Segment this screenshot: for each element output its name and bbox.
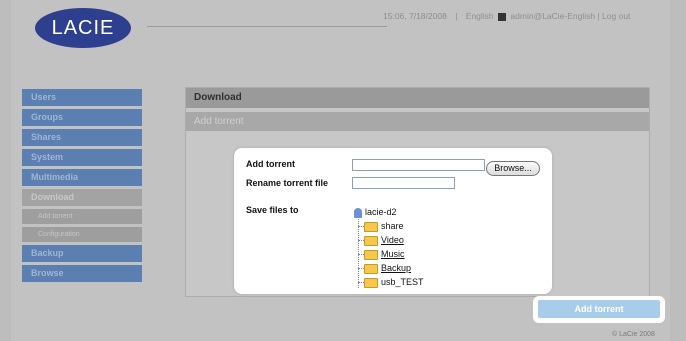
sidebar: Users Groups Shares System Multimedia Do… bbox=[22, 89, 142, 285]
sidebar-item-multimedia[interactable]: Multimedia bbox=[22, 169, 142, 186]
sidebar-item-download[interactable]: Download bbox=[22, 189, 142, 206]
folder-icon bbox=[364, 249, 378, 260]
copyright: © LaCie 2008 bbox=[612, 331, 655, 338]
top-info: 15:06, 7/18/2008 | English admin@LaCie-E… bbox=[383, 11, 630, 21]
folder-icon bbox=[364, 277, 378, 288]
sidebar-item-backup[interactable]: Backup bbox=[22, 245, 142, 262]
sidebar-item-groups[interactable]: Groups bbox=[22, 109, 142, 126]
sidebar-item-system[interactable]: System bbox=[22, 149, 142, 166]
sidebar-subitem-configuration[interactable]: Configuration bbox=[22, 227, 142, 242]
tree-folder-video[interactable]: Video bbox=[364, 233, 404, 247]
header: LACIE 15:06, 7/18/2008 | English admin@L… bbox=[11, 0, 670, 58]
add-torrent-button-highlight: Add torrent bbox=[533, 296, 665, 323]
add-torrent-dialog: Add torrent Browse... Rename torrent fil… bbox=[234, 148, 552, 294]
folder-icon bbox=[364, 235, 378, 246]
tree-line bbox=[358, 217, 359, 288]
sidebar-item-users[interactable]: Users bbox=[22, 89, 142, 106]
rename-torrent-label: Rename torrent file bbox=[246, 178, 329, 188]
tree-folder-share[interactable]: share bbox=[364, 219, 404, 233]
folder-label[interactable]: Music bbox=[381, 249, 405, 259]
separator: | bbox=[455, 11, 458, 21]
folder-icon bbox=[364, 263, 378, 274]
lacie-logo[interactable]: LACIE bbox=[35, 8, 131, 48]
tree-folder-usb-test[interactable]: usb_TEST bbox=[364, 275, 424, 289]
tree-folder-music[interactable]: Music bbox=[364, 247, 405, 261]
user-logout-link[interactable]: admin@LaCie-English | Log out bbox=[510, 11, 630, 21]
torrent-file-input[interactable] bbox=[352, 159, 485, 171]
sidebar-item-shares[interactable]: Shares bbox=[22, 129, 142, 146]
panel-title: Download bbox=[186, 88, 649, 108]
folder-label: share bbox=[381, 221, 404, 231]
add-torrent-label: Add torrent bbox=[246, 159, 295, 169]
tree-folder-backup[interactable]: Backup bbox=[364, 261, 411, 275]
folder-label[interactable]: Video bbox=[381, 235, 404, 245]
folder-label: usb_TEST bbox=[381, 277, 424, 287]
sidebar-subitem-add-torrent[interactable]: Add torrent bbox=[22, 209, 142, 224]
tree-root-label: lacie-d2 bbox=[365, 207, 397, 217]
language-dropdown-icon[interactable] bbox=[498, 12, 507, 21]
sidebar-item-browse[interactable]: Browse bbox=[22, 265, 142, 282]
save-files-label: Save files to bbox=[246, 205, 299, 215]
panel-subtitle: Add torrent bbox=[186, 112, 649, 131]
folder-label[interactable]: Backup bbox=[381, 263, 411, 273]
browse-button[interactable]: Browse... bbox=[486, 161, 540, 176]
folder-icon bbox=[364, 221, 378, 232]
header-divider bbox=[147, 26, 387, 27]
rename-torrent-input[interactable] bbox=[352, 177, 455, 189]
language-select[interactable]: English bbox=[466, 11, 494, 21]
datetime-text: 15:06, 7/18/2008 bbox=[383, 11, 447, 21]
tree-root[interactable]: lacie-d2 bbox=[354, 205, 397, 219]
add-torrent-button[interactable]: Add torrent bbox=[538, 300, 660, 318]
